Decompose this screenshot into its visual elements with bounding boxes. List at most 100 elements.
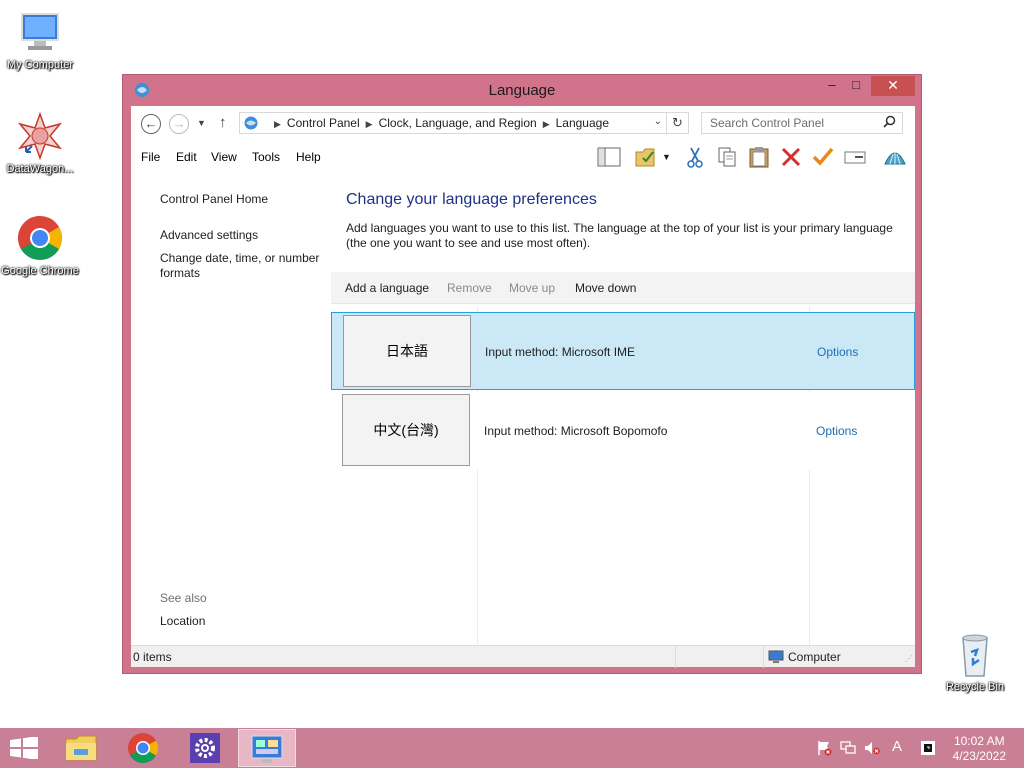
security-zone-label: Computer [788,650,841,664]
item-count: 0 items [133,650,172,664]
settings-gear-icon [190,733,220,763]
language-tile[interactable]: 中文(台灣) [342,394,470,466]
page-description: Add languages you want to use to this li… [346,221,893,250]
desktop-icon-my-computer[interactable]: My Computer [0,8,80,72]
control-panel-icon [251,735,283,763]
desktop-icon-datawagon[interactable]: DataWagon... [0,111,80,176]
desktop-icon-google-chrome[interactable]: Google Chrome [0,214,80,278]
menu-edit[interactable]: Edit [176,150,197,164]
address-bar[interactable]: ▶ Control Panel ▶ Clock, Language, and Regi… [239,112,689,134]
clock-time: 10:02 AM [953,734,1005,748]
chrome-icon [128,733,159,764]
close-button[interactable]: ✕ [871,76,915,96]
recycle-bin-icon [951,630,999,678]
action-center-flag-icon[interactable] [816,740,832,756]
search-input[interactable]: Search Control Panel [701,112,903,134]
taskbar-control-panel[interactable] [238,729,296,767]
network-icon[interactable] [840,740,856,756]
status-bar: 0 items Computer ⋰ [131,645,915,668]
language-tile[interactable]: 日本語 [343,315,471,387]
menu-help[interactable]: Help [296,150,321,164]
breadcrumb-separator-icon[interactable]: ▶ [366,119,373,129]
language-row[interactable]: 中文(台灣) Input method: Microsoft Bopomofo … [331,392,915,470]
left-pane: Control Panel Home Advanced settings Cha… [131,172,331,645]
minimize-button[interactable]: – [819,76,845,96]
change-date-time-formats-link[interactable]: Change date, time, or number formats [160,251,325,281]
recent-pages-chevron-icon[interactable]: ▼ [197,118,206,128]
input-method-label: Input method: Microsoft IME [485,345,636,359]
delete-icon[interactable] [779,146,803,168]
clock-date: 4/23/2022 [952,749,1006,763]
copy-icon[interactable] [715,146,739,168]
see-also-label: See also [160,591,207,605]
properties-check-icon[interactable] [811,146,835,168]
command-bar: Add a language Remove Move up Move down [331,272,915,304]
volume-muted-icon[interactable] [864,740,880,756]
desktop-icon-recycle-bin[interactable]: Recycle Bin [935,630,1015,694]
title-bar[interactable]: Language – □ ✕ [123,75,921,105]
control-panel-small-icon [243,115,259,134]
ime-icon[interactable] [920,740,936,756]
refresh-icon[interactable]: ↻ [666,113,688,133]
input-indicator-icon[interactable]: A [892,738,902,755]
windows-start-icon[interactable] [10,736,38,762]
input-method-label: Input method: Microsoft Bopomofo [484,424,668,438]
advanced-settings-link[interactable]: Advanced settings [160,228,258,243]
resize-grip-icon[interactable]: ⋰ [905,654,913,663]
move-down-button[interactable]: Move down [575,281,636,295]
breadcrumb-separator-icon[interactable]: ▶ [543,119,550,129]
back-arrow-icon[interactable]: ← [141,114,161,134]
folder-options-dropdown-icon[interactable]: ▼ [662,152,671,162]
forward-arrow-icon[interactable]: → [169,114,189,134]
location-link[interactable]: Location [160,614,205,629]
taskbar: A 10:02 AM 4/23/2022 [0,728,1024,768]
desktop-icon-label: Recycle Bin [945,681,1005,693]
computer-zone-icon [768,649,784,668]
layout-pane-icon[interactable] [597,146,621,168]
maximize-button[interactable]: □ [843,76,869,96]
cut-icon[interactable] [683,146,707,168]
add-language-button[interactable]: Add a language [345,281,429,295]
remove-button[interactable]: Remove [447,281,492,295]
window-client: ← → ▼ ↑ ▶ Control Panel ▶ Clock, Language, … [131,106,915,668]
main-pane: Change your language preferences Add lan… [331,172,915,645]
taskbar-settings[interactable] [176,729,234,767]
breadcrumb-separator-icon: ▶ [274,119,281,129]
breadcrumb-control-panel[interactable]: Control Panel [287,116,360,130]
page-title: Change your language preferences [346,191,597,208]
navigation-bar: ← → ▼ ↑ ▶ Control Panel ▶ Clock, Language, … [131,106,915,142]
move-up-button[interactable]: Move up [509,281,555,295]
address-dropdown-icon[interactable]: ⌄ [654,116,662,127]
folder-options-icon[interactable] [634,146,658,168]
desktop-icon-label: Google Chrome [1,265,79,277]
up-arrow-icon[interactable]: ↑ [219,114,227,131]
menu-file[interactable]: File [141,150,160,164]
breadcrumb-language[interactable]: Language [556,116,609,130]
taskbar-chrome[interactable] [114,729,172,767]
window-title: Language [488,82,556,99]
file-explorer-icon [65,735,97,761]
datawagon-icon [16,111,64,161]
taskbar-file-explorer[interactable] [52,729,110,767]
paste-icon[interactable] [747,146,771,168]
search-icon[interactable] [883,115,896,131]
language-window: Language – □ ✕ ← → ▼ ↑ ▶ Control Panel ▶ Cl… [122,74,922,674]
breadcrumb-clock-language-region[interactable]: Clock, Language, and Region [379,116,537,130]
chrome-icon [16,214,64,262]
search-placeholder: Search Control Panel [710,116,825,130]
desktop-icon-label: DataWagon... [6,163,74,175]
my-computer-icon [16,8,64,56]
menu-tools[interactable]: Tools [252,150,280,164]
menu-view[interactable]: View [211,150,237,164]
control-panel-home-link[interactable]: Control Panel Home [160,192,268,207]
shell-icon[interactable] [883,146,907,168]
language-row[interactable]: 日本語 Input method: Microsoft IME Options [331,312,915,390]
rename-icon[interactable] [843,146,867,168]
options-link[interactable]: Options [816,424,857,438]
status-separator [675,646,676,668]
status-separator [763,646,764,668]
breadcrumb: ▶ Control Panel ▶ Clock, Language, and Regi… [268,116,609,130]
system-clock[interactable]: 10:02 AM 4/23/2022 [953,734,1006,764]
menu-bar: File Edit View Tools Help ▼ [131,144,915,170]
options-link[interactable]: Options [817,345,858,359]
